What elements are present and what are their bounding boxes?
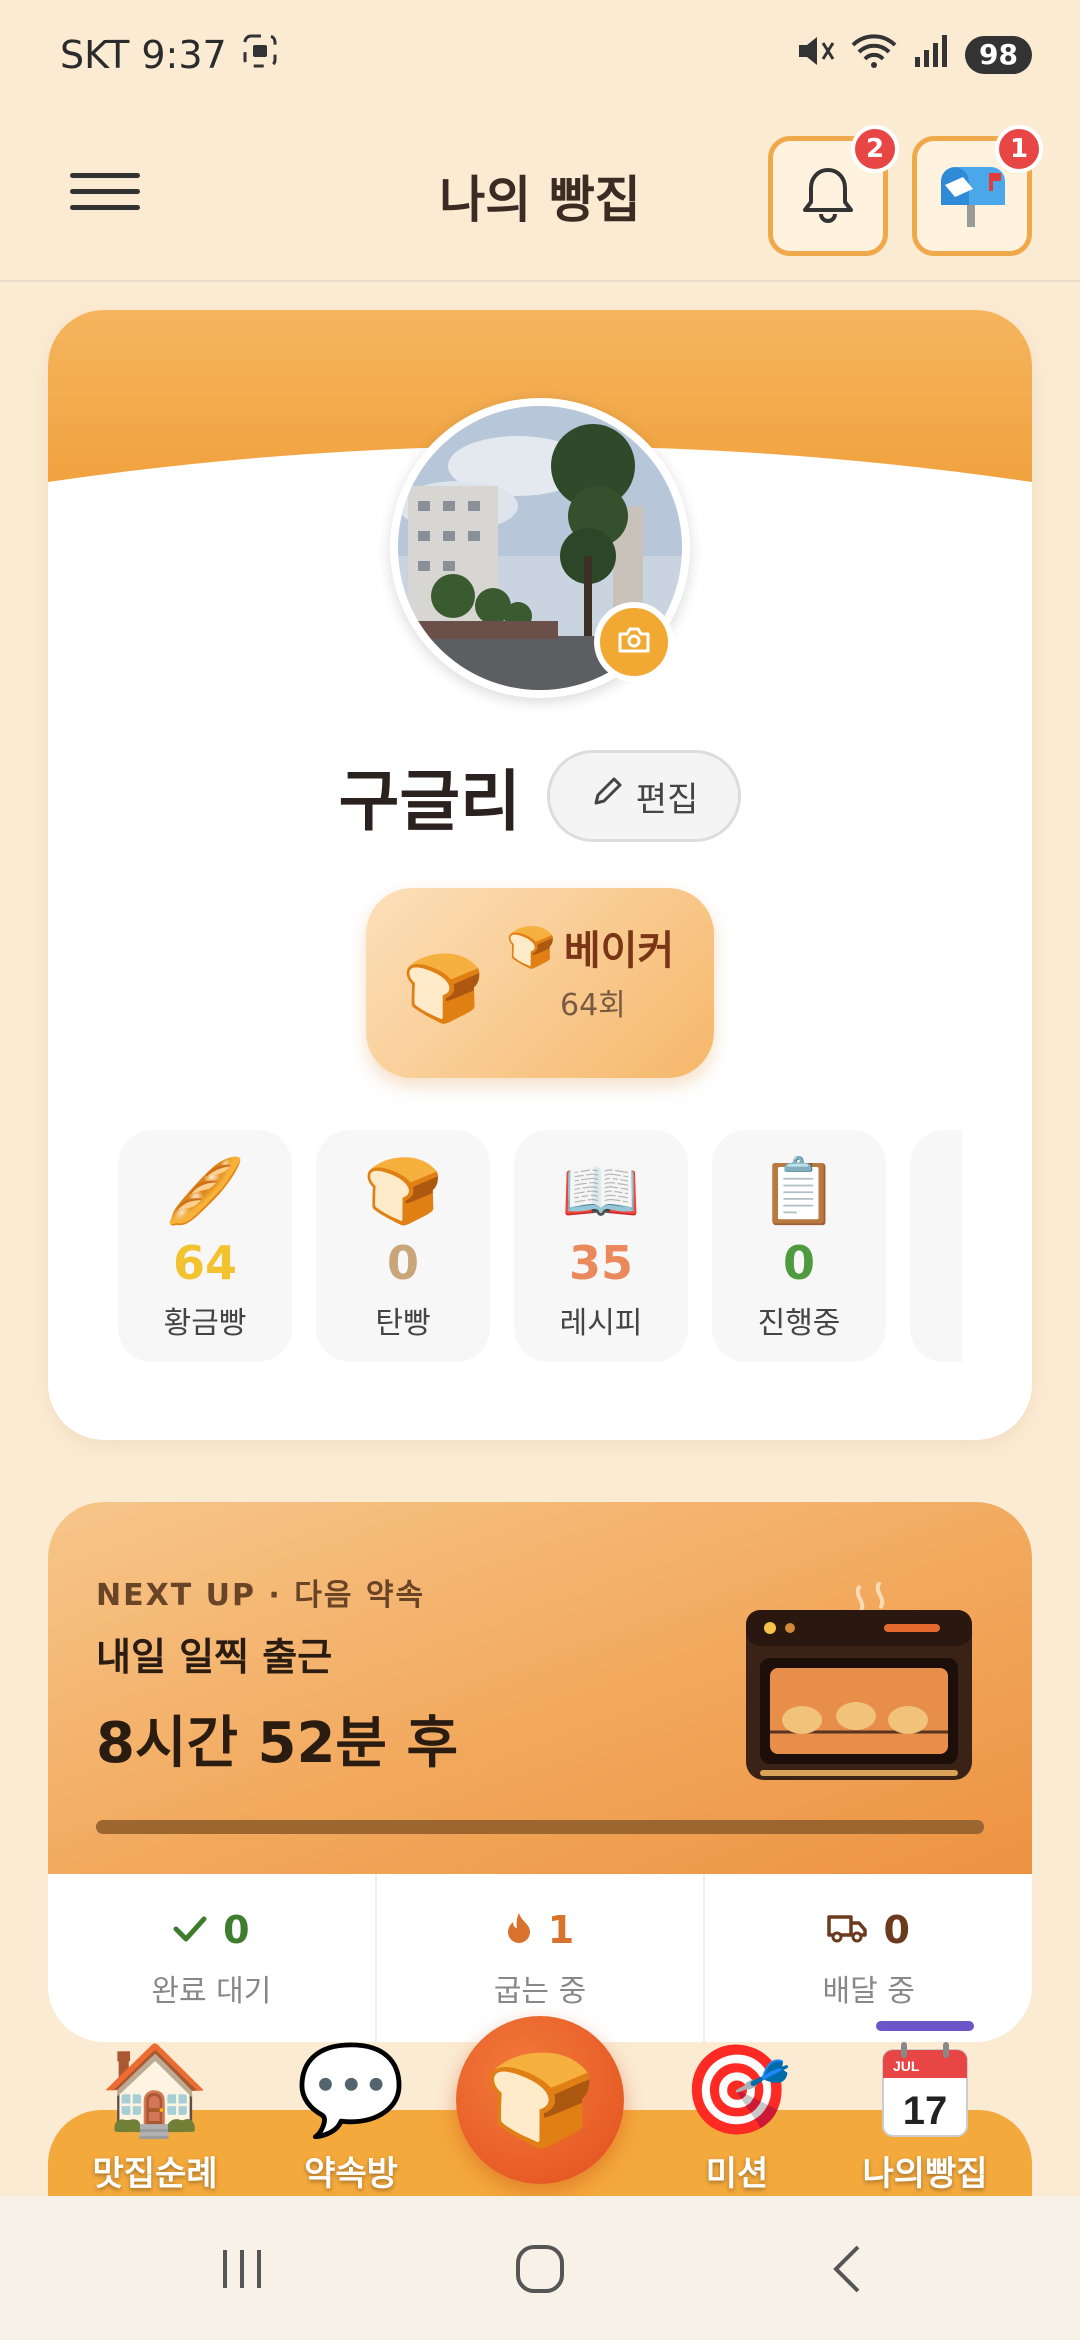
- bread-icon: 🍞: [363, 1155, 443, 1229]
- bread-icon: 🍞: [402, 950, 485, 1027]
- next-up-banner: NEXT UP · 다음 약속 내일 일찍 출근 8시간 52분 후: [48, 1502, 1032, 1874]
- name-row: 구글리 편집: [48, 748, 1032, 844]
- order-delivering-value: 0: [883, 1908, 910, 1952]
- stat-label: 황금빵: [163, 1306, 247, 1341]
- next-up-progress: [96, 1820, 984, 1834]
- home-button[interactable]: [500, 2234, 580, 2304]
- clipboard-icon: 📋: [759, 1155, 839, 1229]
- house-icon: 🏠: [100, 2038, 210, 2141]
- nav-tab-missions[interactable]: 🎯 미션: [652, 2040, 822, 2195]
- order-waiting-label: 완료 대기: [151, 1974, 272, 2009]
- stat-golden-bread[interactable]: 🥖 64 황금빵: [118, 1130, 292, 1362]
- back-icon: [833, 2245, 860, 2293]
- stat-recipe[interactable]: 📖 35 레시피: [514, 1130, 688, 1362]
- profile-card: 구글리 편집 🍞 🍞 베이커 64회 🥖 64 황금빵 🍞 0 탄빵 📖 35: [48, 310, 1032, 1440]
- nav-tab-restaurants[interactable]: 🏠 맛집순례: [70, 2040, 240, 2195]
- target-icon: 🎯: [682, 2038, 792, 2141]
- bell-icon: [800, 164, 856, 228]
- battery-indicator: 98: [965, 36, 1032, 74]
- nav-label: 미션: [705, 2154, 769, 2194]
- next-up-kicker: NEXT UP · 다음 약속: [96, 1578, 426, 1613]
- user-name: 구글리: [338, 763, 521, 840]
- mailbox-badge: 1: [995, 125, 1043, 173]
- stat-value: 0: [782, 1236, 815, 1290]
- rank-card[interactable]: 🍞 🍞 베이커 64회: [366, 888, 714, 1078]
- stat-in-progress[interactable]: 📋 0 진행중: [712, 1130, 886, 1362]
- order-baking-label: 굽는 중: [493, 1974, 587, 2009]
- rank-count: 64회: [560, 988, 626, 1023]
- notification-badge: 2: [851, 125, 899, 173]
- order-waiting[interactable]: 0 완료 대기: [48, 1874, 377, 2042]
- nav-label: 맛집순례: [92, 2154, 218, 2194]
- nav-label: 약속방: [304, 2154, 398, 2194]
- nav-tab-chat[interactable]: 💬 약속방: [266, 2040, 436, 2195]
- order-baking-value: 1: [547, 1908, 575, 1952]
- next-up-time: 8시간 52분 후: [96, 1711, 458, 1776]
- mailbox-button[interactable]: 1: [912, 125, 1043, 256]
- recipe-book-icon: 📖: [561, 1155, 641, 1229]
- home-icon: [516, 2245, 564, 2293]
- wifi-icon: [851, 33, 897, 78]
- signal-icon: [913, 33, 949, 78]
- stat-value: 0: [386, 1236, 419, 1290]
- stats-row[interactable]: 🥖 64 황금빵 🍞 0 탄빵 📖 35 레시피 📋 0 진행중: [118, 1130, 962, 1368]
- order-delivering-label: 배달 중: [822, 1974, 915, 2009]
- oven-icon: [746, 1582, 972, 1780]
- nav-tab-my-bakery[interactable]: JUL 17 나의빵집: [840, 2040, 1010, 2195]
- bread-icon: 🍞: [483, 2047, 597, 2153]
- next-up-card[interactable]: NEXT UP · 다음 약속 내일 일찍 출근 8시간 52분 후 0 완료 …: [48, 1502, 1032, 2042]
- stat-card-partial[interactable]: [910, 1130, 962, 1362]
- carrier-time: SKT 9:37: [60, 33, 227, 77]
- nav-label: 나의빵집: [862, 2154, 988, 2194]
- stat-label: 탄빵: [375, 1306, 431, 1341]
- notifications-button[interactable]: 2: [768, 125, 899, 256]
- mailbox-icon: [933, 159, 1011, 233]
- camera-button[interactable]: [594, 602, 674, 682]
- active-tab-indicator: [876, 2021, 974, 2031]
- check-icon: [173, 1908, 207, 1952]
- calendar-day: 17: [903, 2089, 948, 2133]
- center-bread-button[interactable]: 🍞: [456, 2016, 624, 2184]
- speech-bubble-icon: 💬: [296, 2038, 406, 2141]
- stat-label: 레시피: [559, 1306, 643, 1341]
- recent-apps-icon: [223, 2250, 261, 2288]
- next-up-title: 내일 일찍 출근: [96, 1635, 333, 1679]
- back-button[interactable]: [806, 2234, 886, 2304]
- stat-value: 64: [172, 1236, 237, 1290]
- edit-profile-button[interactable]: 편집: [546, 750, 742, 842]
- screenshot-icon: [241, 32, 279, 79]
- truck-icon: [827, 1908, 868, 1952]
- stat-value: 35: [568, 1236, 633, 1290]
- rank-title: 베이커: [563, 928, 675, 974]
- stat-label: 진행중: [757, 1306, 841, 1341]
- pencil-icon: [590, 775, 624, 818]
- status-bar: SKT 9:37 98: [0, 0, 1080, 110]
- system-nav-bar: [0, 2196, 1080, 2340]
- order-delivering[interactable]: 0 배달 중: [705, 1874, 1032, 2042]
- stat-burnt-bread[interactable]: 🍞 0 탄빵: [316, 1130, 490, 1362]
- flame-icon: [506, 1908, 532, 1952]
- calendar-icon: JUL 17: [882, 2042, 968, 2137]
- rank-bread-icon: 🍞: [506, 924, 556, 971]
- app-header: 나의 빵집 2 1: [0, 110, 1080, 282]
- progress-fill: [96, 1820, 984, 1834]
- profile-avatar[interactable]: [390, 398, 690, 698]
- recent-apps-button[interactable]: [202, 2234, 282, 2304]
- order-waiting-value: 0: [223, 1908, 250, 1952]
- edit-label: 편집: [635, 779, 699, 820]
- calendar-month: JUL: [893, 2058, 920, 2074]
- camera-icon: [617, 626, 651, 658]
- mute-icon: [795, 33, 835, 78]
- baguette-icon: 🥖: [165, 1155, 245, 1229]
